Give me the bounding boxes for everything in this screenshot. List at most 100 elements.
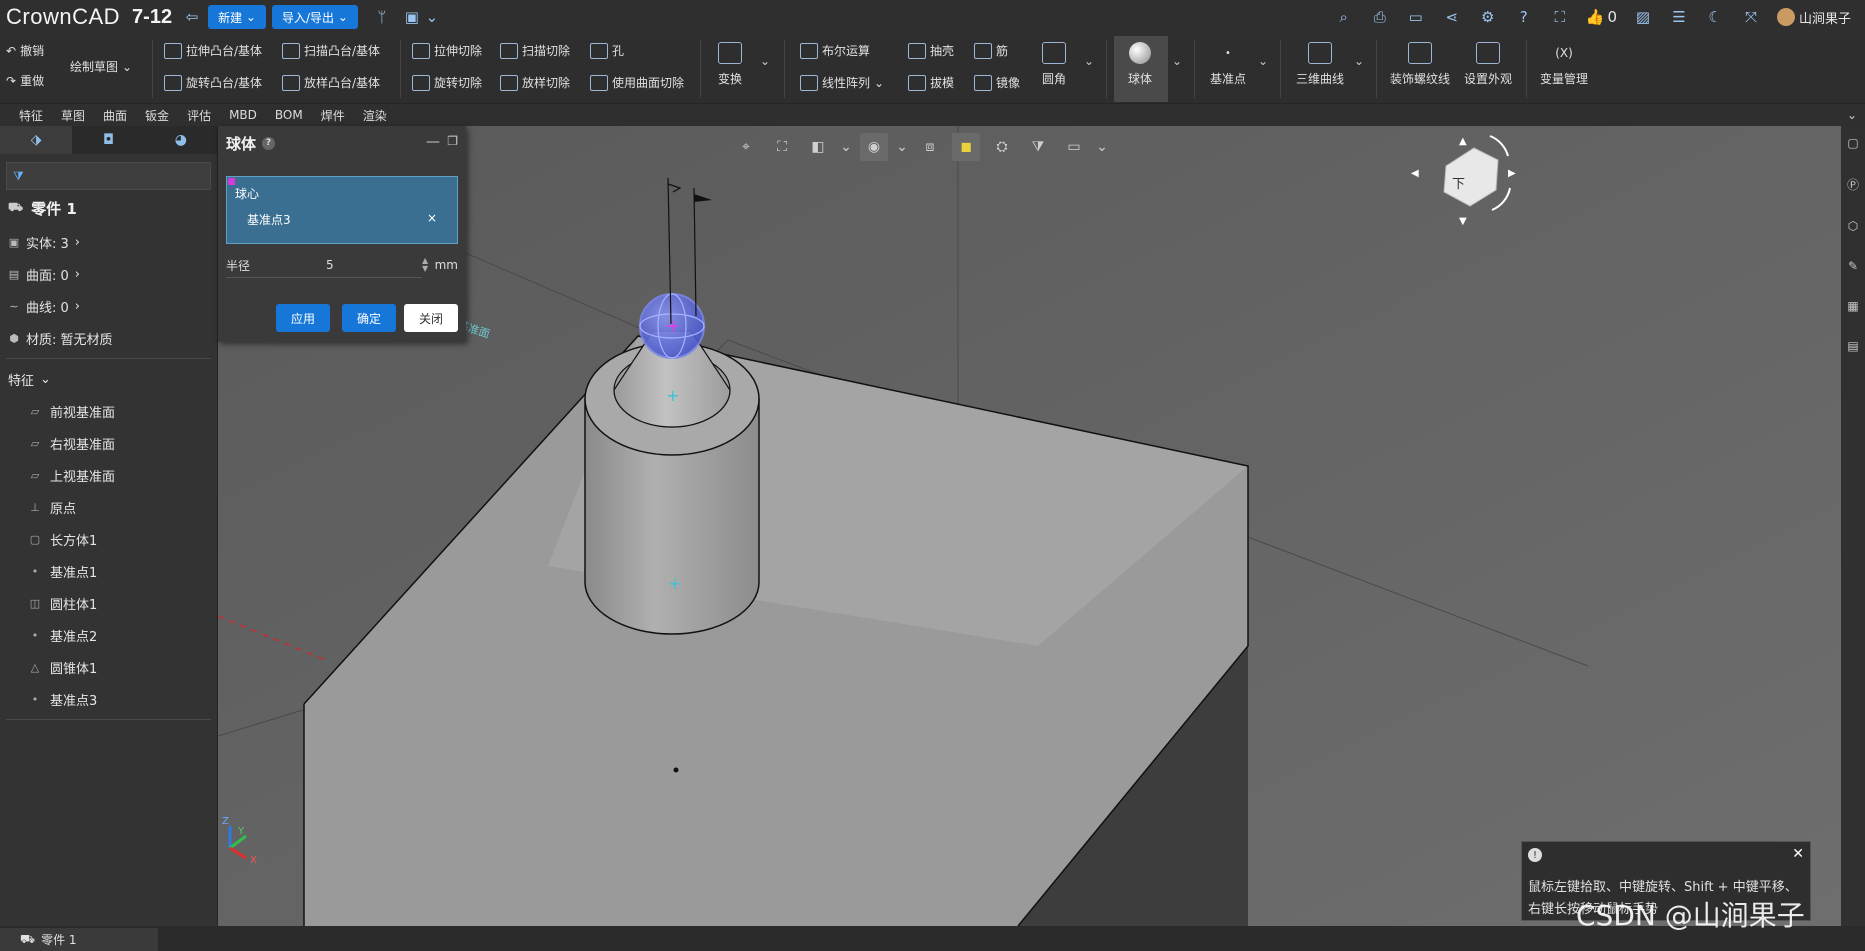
revolve-boss-button[interactable]: 旋转凸台/基体 xyxy=(164,74,262,91)
chevron-down-icon[interactable]: ⌄ xyxy=(1096,133,1108,161)
tab-1[interactable]: 草图 xyxy=(52,104,94,126)
settings-icon[interactable]: ⚙ xyxy=(1478,7,1498,27)
surfaces-row[interactable]: ▤ 曲面: 0 › xyxy=(0,258,217,290)
zoom-fit-icon[interactable]: ⌖ xyxy=(732,133,760,161)
sketch-button[interactable]: 绘制草图 ⌄ xyxy=(70,58,132,75)
view-orient-icon[interactable]: ◧ xyxy=(804,133,832,161)
fullscreen-icon[interactable]: ⤧ xyxy=(1741,7,1761,27)
help-icon[interactable]: ? xyxy=(1514,7,1534,27)
nav-down-arrow[interactable]: ▼ xyxy=(1459,216,1467,227)
tree-item[interactable]: • 基准点1 xyxy=(0,555,217,587)
tree-item[interactable]: • 基准点3 xyxy=(0,683,217,715)
apply-button[interactable]: 应用 xyxy=(276,304,330,332)
import-export-button[interactable]: 导入/导出 ⌄ xyxy=(271,5,358,29)
radius-input[interactable]: 5 xyxy=(326,258,334,272)
surface-cut-button[interactable]: 使用曲面切除 xyxy=(590,74,684,91)
boolean-button[interactable]: 布尔运算 xyxy=(800,42,870,59)
zoom-window-icon[interactable]: ⛶ xyxy=(768,133,796,161)
sphere-button[interactable]: 球体 xyxy=(1128,42,1152,87)
tab-2[interactable]: 曲面 xyxy=(94,104,136,126)
material-row[interactable]: ⬢ 材质: 暂无材质 xyxy=(0,322,217,354)
remove-selection-icon[interactable]: × xyxy=(427,211,437,225)
section-view-icon[interactable]: ⧈ xyxy=(916,133,944,161)
tree-item[interactable]: ▱ 上视基准面 xyxy=(0,459,217,491)
tab-properties[interactable]: ◘ xyxy=(72,126,144,154)
radius-stepper[interactable]: ▲ ▼ xyxy=(422,257,428,273)
center-selection-box[interactable]: 球心 基准点3 × xyxy=(226,176,458,244)
back-arrow-icon[interactable]: ⇦ xyxy=(182,7,202,27)
tab-6[interactable]: BOM xyxy=(266,104,312,126)
variables-button[interactable]: (X) 变量管理 xyxy=(1540,42,1588,87)
tree-item[interactable]: ▱ 前视基准面 xyxy=(0,395,217,427)
hole-button[interactable]: 孔 xyxy=(590,42,624,59)
ok-button[interactable]: 确定 xyxy=(342,304,396,332)
tab-3[interactable]: 钣金 xyxy=(136,104,178,126)
appearance-button[interactable]: 设置外观 xyxy=(1464,42,1512,87)
minimize-icon[interactable]: — xyxy=(426,134,440,150)
tab-appearance[interactable]: ◕ xyxy=(145,126,217,154)
sweep-boss-button[interactable]: 扫描凸台/基体 xyxy=(282,42,380,59)
loft-cut-button[interactable]: 放样切除 xyxy=(500,74,570,91)
like-button[interactable]: 👍 0 xyxy=(1586,8,1617,26)
visibility-icon[interactable]: ◉ xyxy=(860,133,888,161)
document-tab[interactable]: ⛟ 零件 1 xyxy=(0,928,158,951)
fillet-button[interactable]: 圆角 xyxy=(1042,42,1066,87)
tree-item[interactable]: ⊥ 原点 xyxy=(0,491,217,523)
display-settings-icon[interactable]: ▭ xyxy=(1060,133,1088,161)
user-menu[interactable]: 山涧果子 xyxy=(1776,8,1851,27)
nav-up-arrow[interactable]: ▲ xyxy=(1459,136,1467,147)
tree-filter-input[interactable]: ⧩ xyxy=(6,162,211,190)
search-icon[interactable]: ⌕ xyxy=(1334,7,1354,27)
print-icon[interactable]: ⎙ xyxy=(1370,7,1390,27)
tab-0[interactable]: 特征 xyxy=(10,104,52,126)
tree-item[interactable]: ▱ 右视基准面 xyxy=(0,427,217,459)
curve3d-button[interactable]: 三维曲线 xyxy=(1296,42,1344,87)
image-icon[interactable]: ▨ xyxy=(1633,7,1653,27)
ref-point-button[interactable]: • 基准点 xyxy=(1210,42,1246,87)
selection-filter-icon[interactable]: ⧩ xyxy=(1024,133,1052,161)
extrude-boss-button[interactable]: 拉伸凸台/基体 xyxy=(164,42,262,59)
mirror-button[interactable]: 镜像 xyxy=(974,74,1020,91)
features-header[interactable]: 特征 ⌄ xyxy=(0,363,217,395)
close-icon[interactable]: ✕ xyxy=(1792,846,1804,862)
help-icon[interactable]: ? xyxy=(262,136,276,150)
tree-item[interactable]: △ 圆锥体1 xyxy=(0,651,217,683)
chevron-down-icon[interactable]: ⌄ xyxy=(760,54,770,68)
restore-icon[interactable]: ❐ xyxy=(447,134,458,148)
chevron-down-icon[interactable]: ⌄ xyxy=(1172,54,1182,68)
redo-button[interactable]: ↷ 重做 xyxy=(6,72,44,89)
collapse-ribbon-icon[interactable]: ⌄ xyxy=(1847,108,1857,122)
new-button[interactable]: 新建 ⌄ xyxy=(208,5,266,29)
close-button[interactable]: 关闭 xyxy=(404,304,458,332)
chevron-down-icon[interactable]: ⌄ xyxy=(896,133,908,161)
tab-feature-tree[interactable]: ⬗ xyxy=(0,126,73,154)
transform-button[interactable]: 变换 xyxy=(718,42,742,87)
chevron-down-icon[interactable]: ⌄ xyxy=(1084,54,1094,68)
tree-item[interactable]: ▢ 长方体1 xyxy=(0,523,217,555)
branch-icon[interactable]: ᛘ xyxy=(372,7,392,27)
rib-button[interactable]: 筋 xyxy=(974,42,1008,59)
part-title[interactable]: ⛟ 零件 1 xyxy=(0,190,217,226)
chevron-down-icon[interactable]: ⌄ xyxy=(422,7,442,27)
parameter-icon[interactable]: Ⓟ xyxy=(1847,176,1859,193)
tree-item[interactable]: • 基准点2 xyxy=(0,619,217,651)
tab-5[interactable]: MBD xyxy=(220,104,266,126)
wrench-icon[interactable]: ✎ xyxy=(1848,259,1858,273)
tab-8[interactable]: 渲染 xyxy=(354,104,396,126)
chevron-down-icon[interactable]: ⌄ xyxy=(1258,54,1268,68)
share-icon[interactable]: ⋖ xyxy=(1442,7,1462,27)
loft-boss-button[interactable]: 放样凸台/基体 xyxy=(282,74,380,91)
chevron-down-icon[interactable]: ⌄ xyxy=(840,133,852,161)
chevron-down-icon[interactable]: ⌄ xyxy=(1354,54,1364,68)
moon-icon[interactable]: ☾ xyxy=(1705,7,1725,27)
tab-7[interactable]: 焊件 xyxy=(312,104,354,126)
draft-button[interactable]: 拔模 xyxy=(908,74,954,91)
tree-item[interactable]: ◫ 圆柱体1 xyxy=(0,587,217,619)
layers-icon[interactable]: ☰ xyxy=(1669,7,1689,27)
grid-icon[interactable]: ▦ xyxy=(1847,299,1858,313)
revolve-cut-button[interactable]: 旋转切除 xyxy=(412,74,482,91)
document-icon[interactable]: ▤ xyxy=(1847,339,1858,353)
model-icon[interactable]: ⬡ xyxy=(1848,219,1858,233)
linear-pattern-button[interactable]: 线性阵列 ⌄ xyxy=(800,74,884,91)
nav-right-arrow[interactable]: ▶ xyxy=(1508,168,1516,179)
